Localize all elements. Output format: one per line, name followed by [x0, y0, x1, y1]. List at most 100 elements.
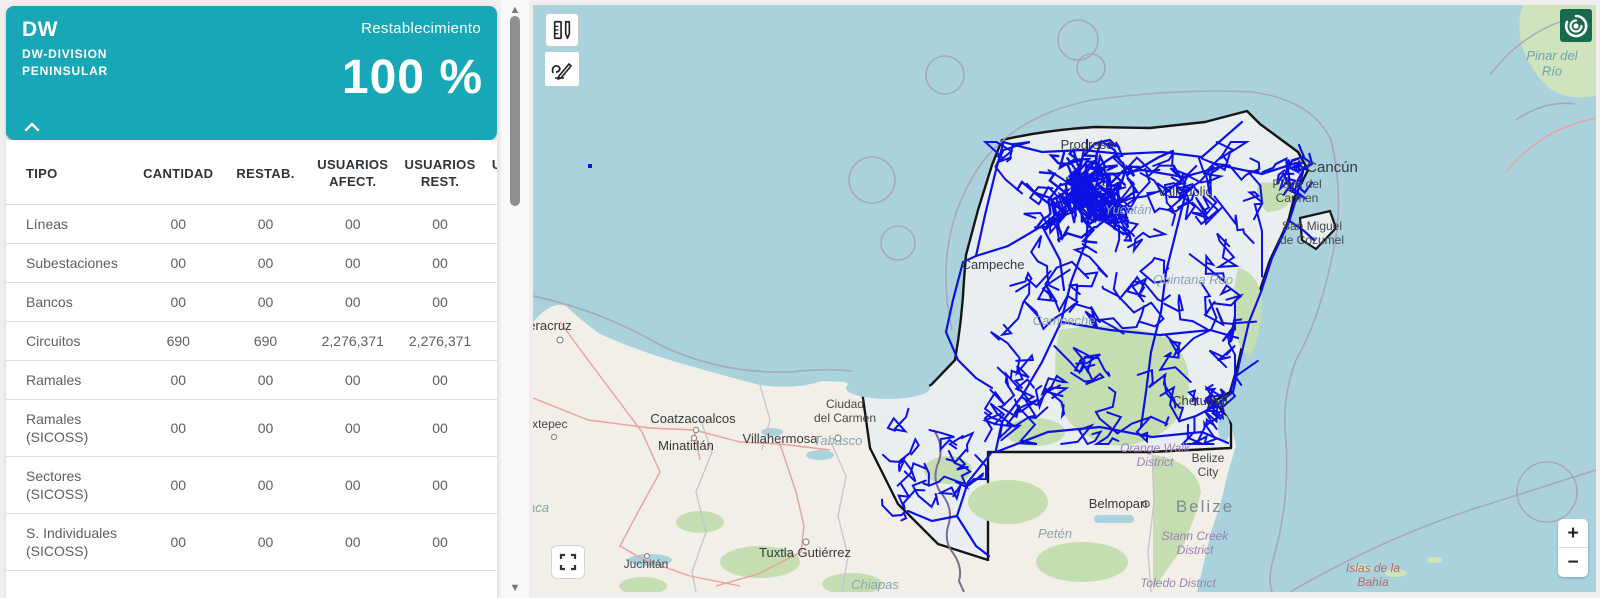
green-swirl-logo-icon: [1563, 13, 1589, 39]
row-value: 00: [222, 205, 309, 244]
map-label-tuxtla: Tuxtla Gutiérrez: [759, 545, 851, 560]
row-tipo: Ramales (SICOSS): [6, 400, 135, 457]
row-value: 00: [484, 205, 497, 244]
scroll-down-arrow-icon[interactable]: ▼: [501, 581, 529, 595]
status-table-card: TIPOCANTIDADRESTAB.USUARIOS AFECT.USUARI…: [6, 140, 497, 598]
map-label-chetumal: Chetumal: [1172, 393, 1228, 408]
row-value: 00: [135, 361, 222, 400]
fullscreen-corners-icon: [559, 553, 577, 571]
row-tipo: Líneas: [6, 205, 135, 244]
row-value: 00: [222, 283, 309, 322]
row-value: 00: [396, 205, 483, 244]
row-value: 690: [222, 322, 309, 361]
row-value: 00: [222, 514, 309, 571]
row-value: 00: [135, 457, 222, 514]
row-tipo: Circuitos: [6, 322, 135, 361]
column-header: CANTIDAD: [135, 140, 222, 205]
zoom-in-button[interactable]: +: [1558, 519, 1588, 548]
column-header: USUARIOS AFECT.: [309, 140, 396, 205]
map-label-yucatan: Yucatán: [1104, 202, 1151, 217]
table-row: S. Individuales (SICOSS)0000000000: [6, 514, 497, 571]
row-tipo: Bancos: [6, 283, 135, 322]
row-value: 00: [135, 283, 222, 322]
map-label-minatitlan: Minatitlán: [658, 438, 714, 453]
measure-tool-button[interactable]: [545, 13, 579, 47]
belmopan-capital-dot: [1145, 503, 1147, 505]
row-value: 00: [135, 205, 222, 244]
map-label-coatzacoalcos: Coatzacoalcos: [650, 411, 736, 426]
row-value: 00: [484, 361, 497, 400]
row-value: 00: [309, 400, 396, 457]
row-value: 00: [484, 322, 497, 361]
map-label-playa-del-carmen: Playa delCarmen: [1272, 177, 1321, 205]
map-label-chiapas: Chiapas: [851, 577, 899, 592]
map-label-oaxaca: Oaxaca: [533, 500, 549, 515]
map-label-campeche-state: Campeche: [1033, 313, 1096, 328]
row-value: 00: [309, 205, 396, 244]
row-value: 00: [309, 457, 396, 514]
row-value: 00: [484, 244, 497, 283]
row-value: 00: [222, 244, 309, 283]
column-header: TIPO: [6, 140, 135, 205]
division-panel: DW DW-DIVISION PENINSULAR Restablecimien…: [6, 6, 497, 598]
pencil-scribble-icon: [550, 57, 574, 81]
restore-label: Restablecimiento: [361, 20, 481, 37]
zoom-out-button[interactable]: −: [1558, 548, 1588, 577]
zoom-controls: + −: [1558, 519, 1588, 577]
status-table-head: TIPOCANTIDADRESTAB.USUARIOS AFECT.USUARI…: [6, 140, 497, 205]
map-label-juchitan: Juchitán: [624, 557, 669, 571]
row-value: 00: [135, 514, 222, 571]
map-label-peten: Petén: [1038, 526, 1072, 541]
table-row: Bancos0000000000: [6, 283, 497, 322]
map-label-progreso: Progreso: [1061, 137, 1114, 152]
row-tipo: Subestaciones: [6, 244, 135, 283]
column-header: USUARIOS REST.: [396, 140, 483, 205]
restore-percentage: 100 %: [342, 50, 483, 105]
row-value: 00: [309, 244, 396, 283]
row-value: 00: [396, 283, 483, 322]
row-value: 2,276,371: [309, 322, 396, 361]
row-tipo: S. Individuales (SICOSS): [6, 514, 135, 571]
map-label-belize-country: Belize: [1176, 497, 1234, 516]
table-row: Líneas0000000000: [6, 205, 497, 244]
row-value: 00: [309, 514, 396, 571]
row-value: 00: [222, 400, 309, 457]
division-summary-card: DW DW-DIVISION PENINSULAR Restablecimien…: [6, 6, 497, 140]
row-value: 00: [484, 283, 497, 322]
table-row: Sectores (SICOSS)0000000000: [6, 457, 497, 514]
panel-scrollbar[interactable]: ▲ ▼: [501, 0, 529, 598]
table-row: Circuitos6906902,276,3712,276,37100: [6, 322, 497, 361]
row-value: 00: [309, 361, 396, 400]
ruler-pencil-icon: [551, 19, 573, 41]
scroll-up-arrow-icon[interactable]: ▲: [501, 3, 529, 17]
row-value: 00: [396, 244, 483, 283]
table-row: Subestaciones0000000000: [6, 244, 497, 283]
row-value: 00: [484, 400, 497, 457]
map-label-cozumel: San Miguelde Cozumel: [1280, 219, 1344, 247]
status-table: TIPOCANTIDADRESTAB.USUARIOS AFECT.USUARI…: [6, 140, 497, 571]
map-label-tuxtepec: Tuxtepec: [533, 417, 567, 431]
row-value: 00: [135, 244, 222, 283]
row-value: 00: [222, 361, 309, 400]
row-value: 00: [396, 361, 483, 400]
draw-tool-button[interactable]: [545, 52, 579, 86]
scrollbar-thumb[interactable]: [510, 16, 520, 206]
row-value: 00: [135, 400, 222, 457]
row-value: 00: [484, 514, 497, 571]
app-logo-button[interactable]: [1560, 9, 1592, 42]
table-row: Ramales (SICOSS)0000000000: [6, 400, 497, 457]
row-value: 00: [396, 457, 483, 514]
map-canvas[interactable]: Mérida Valladolid Veracruz Tuxtepec Oaxa…: [533, 5, 1596, 592]
table-row: Ramales0000000000: [6, 361, 497, 400]
basemap-svg: Mérida Valladolid Veracruz Tuxtepec Oaxa…: [533, 5, 1596, 592]
map-label-belmopan: Belmopan: [1089, 496, 1148, 511]
row-tipo: Ramales: [6, 361, 135, 400]
row-tipo: Sectores (SICOSS): [6, 457, 135, 514]
fullscreen-button[interactable]: [551, 545, 585, 579]
row-value: 690: [135, 322, 222, 361]
map-label-veracruz: Veracruz: [533, 318, 572, 333]
row-value: 00: [309, 283, 396, 322]
column-header: RESTAB.: [222, 140, 309, 205]
map-label-villahermosa: Villahermosa: [743, 431, 819, 446]
collapse-chevron-up-icon[interactable]: [24, 120, 40, 132]
